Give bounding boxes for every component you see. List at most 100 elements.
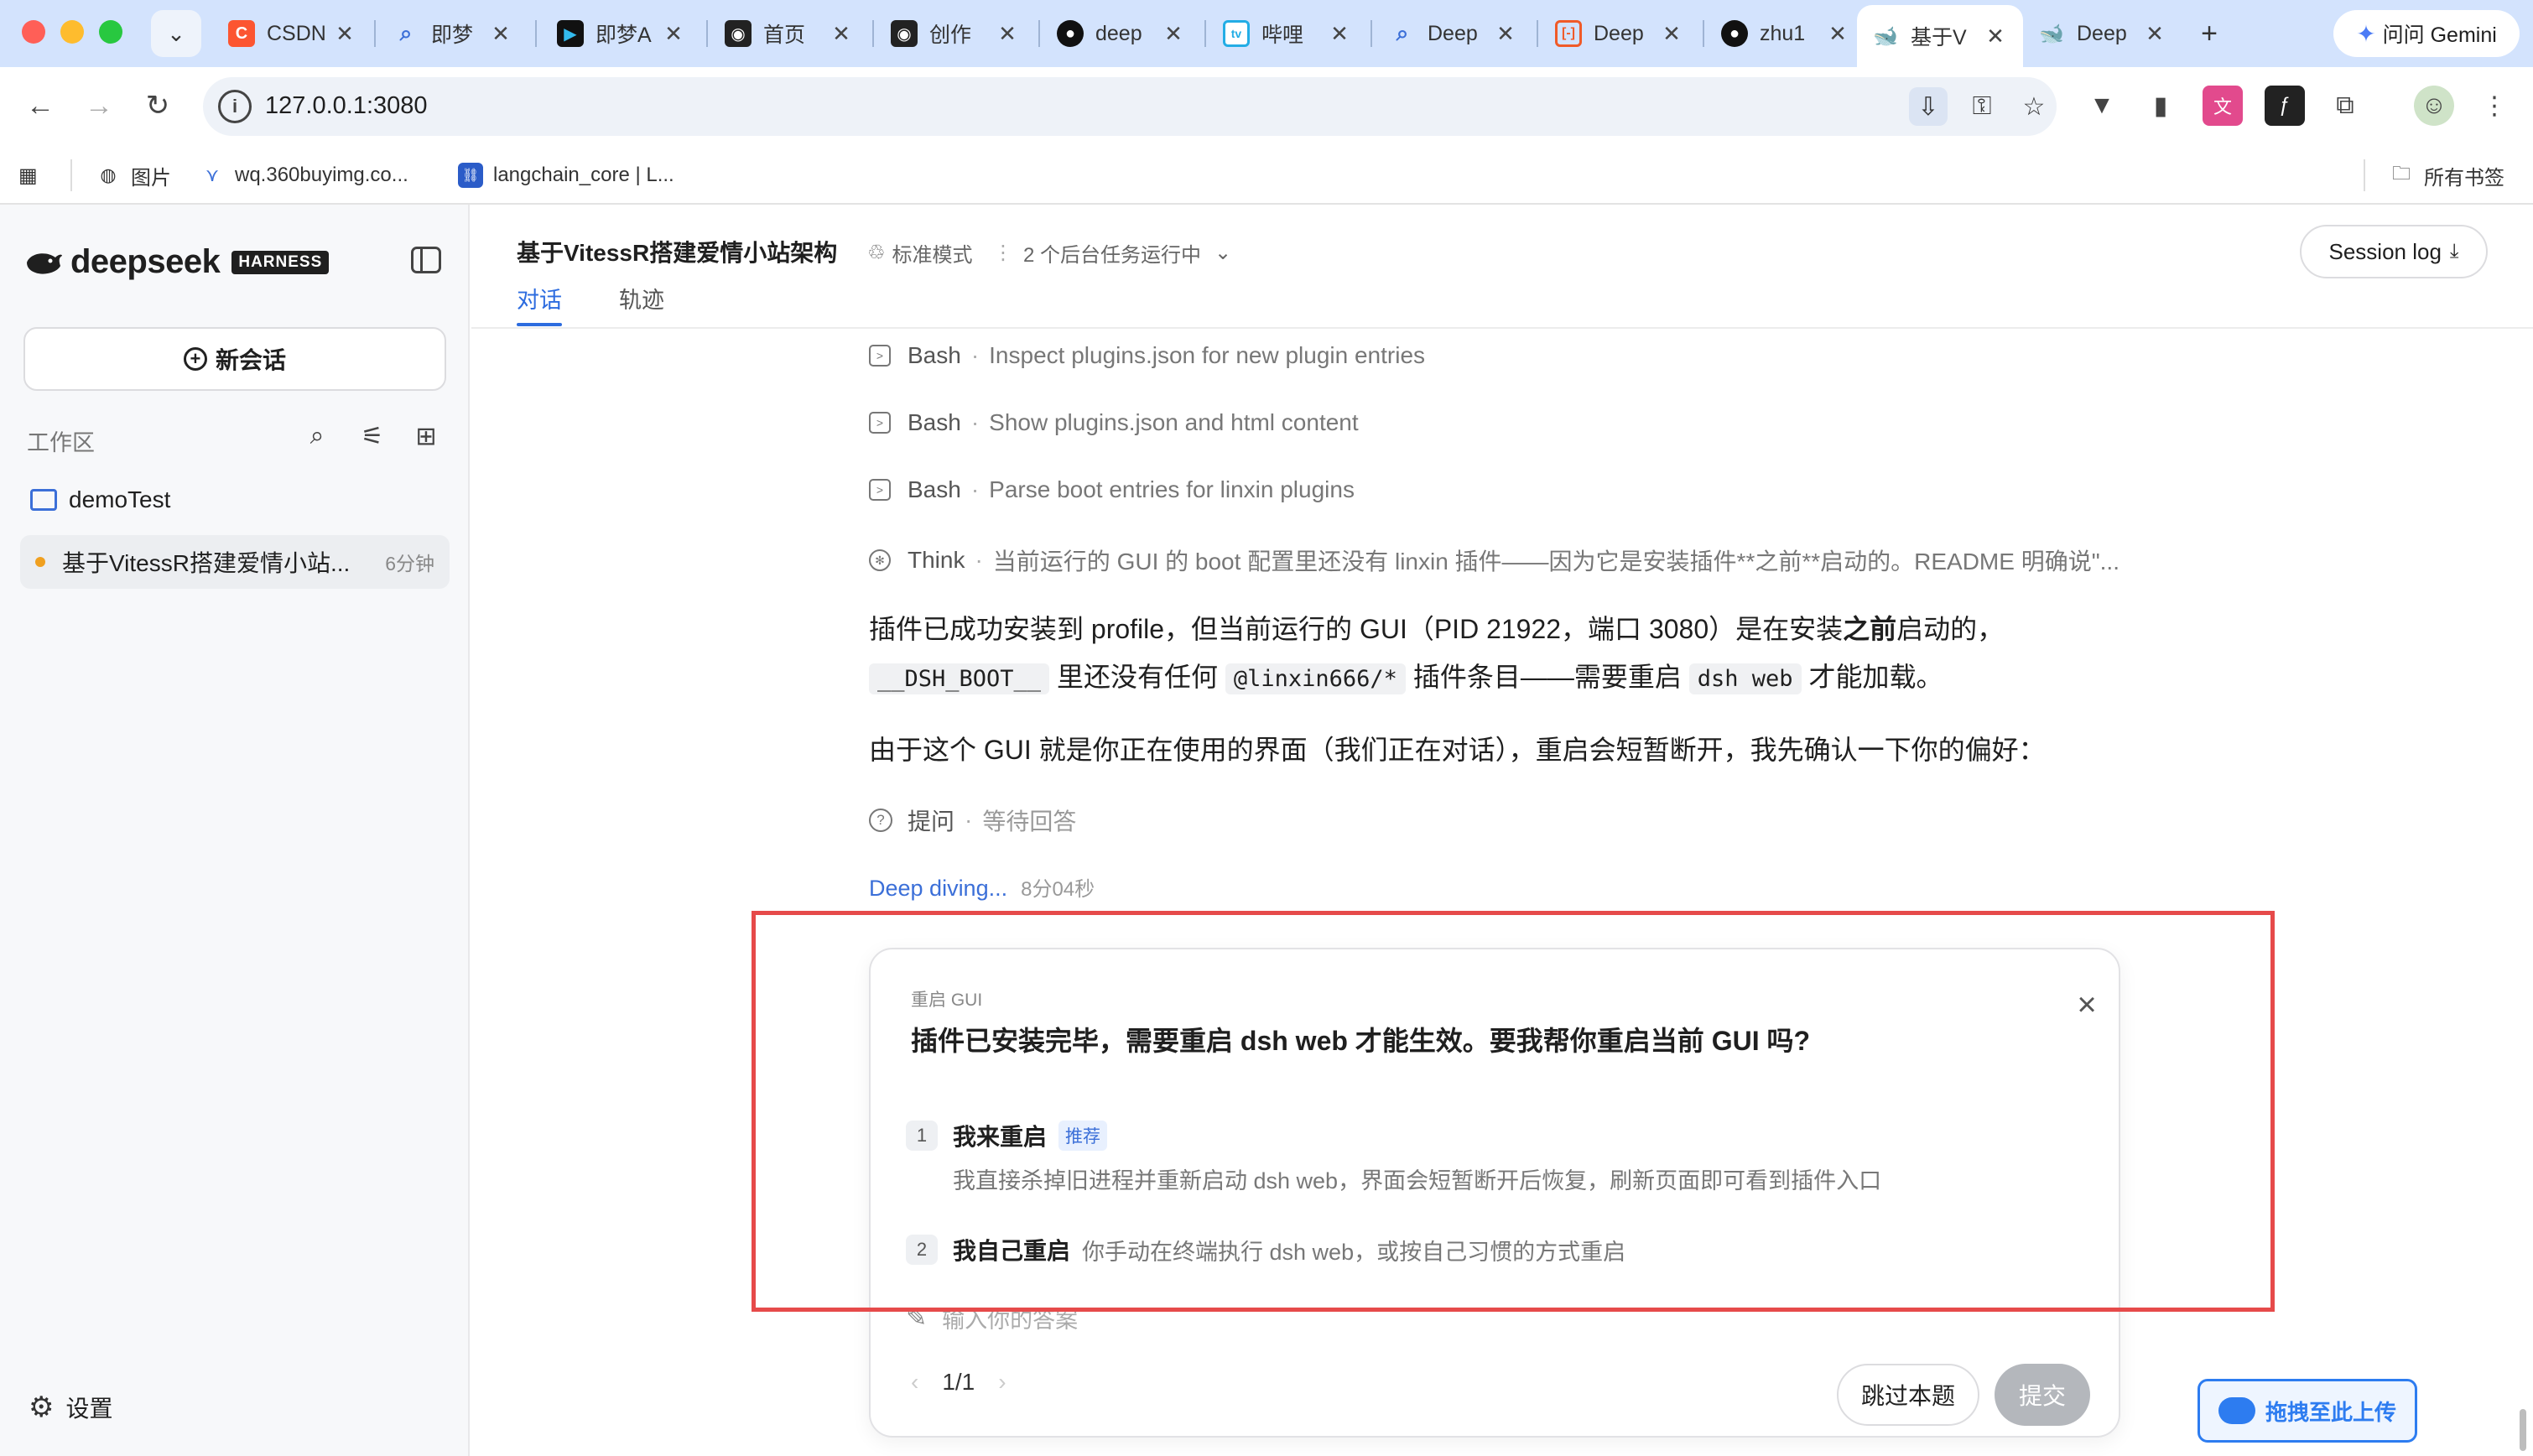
jd-icon: ⋎ <box>205 164 220 185</box>
close-window-button[interactable] <box>22 20 45 44</box>
assistant-paragraph: 由于这个 GUI 就是你正在使用的界面（我们正在对话），重启会短暂断开，我先确认… <box>869 735 2046 765</box>
running-dot-icon <box>35 557 45 567</box>
install-app-icon[interactable]: ⇩ <box>1909 87 1948 126</box>
terminal-icon: > <box>869 479 891 501</box>
bookmarks-bar: ▦ ◍ 图片 ⋎ wq.360buyimg.co... ⛓ langchain_… <box>0 146 2533 205</box>
browser-tab-4[interactable]: ◉ 首页 ✕ <box>710 7 869 60</box>
minimize-window-button[interactable] <box>60 20 84 44</box>
browser-tab-5[interactable]: ◉ 创作 ✕ <box>876 7 1035 60</box>
browser-tab-active[interactable]: 🐋 基于V ✕ <box>1857 5 2023 67</box>
browser-tab-9[interactable]: [-] Deep ✕ <box>1540 7 1699 60</box>
tab-divider <box>1703 20 1704 47</box>
tab-divider <box>1371 20 1372 47</box>
tab-divider <box>872 20 874 47</box>
browser-tab-2[interactable]: ⌕ 即梦 ✕ <box>377 7 528 60</box>
plus-icon: + <box>2201 17 2218 49</box>
all-bookmarks-button[interactable]: 🗀 所有书签 <box>2389 158 2504 193</box>
ask-status-row[interactable]: ? 提问 · 等待回答 <box>869 803 1076 837</box>
drag-upload-button[interactable]: 拖拽至此上传 <box>2198 1379 2417 1443</box>
forward-button[interactable]: → <box>74 81 124 131</box>
ask-gemini-button[interactable]: ✦ 问问 Gemini <box>2333 10 2520 57</box>
session-item-active[interactable]: 基于VitessR搭建爱情小站... 6分钟 <box>20 535 450 589</box>
scrollbar-thumb[interactable] <box>2520 1409 2526 1451</box>
translate-extension-icon[interactable]: 文 <box>2203 86 2243 126</box>
close-tab-icon[interactable]: ✕ <box>995 21 1020 47</box>
apps-grid-icon[interactable]: ▦ <box>18 158 38 193</box>
close-tab-icon[interactable]: ✕ <box>1327 21 1352 47</box>
question-icon: ? <box>869 809 892 832</box>
browser-tab-10[interactable]: ● zhu1 ✕ <box>1706 7 1865 60</box>
assistant-paragraph: 插件已成功安装到 profile，但当前运行的 GUI（PID 21922，端口… <box>869 606 2077 703</box>
bookmark-star-icon[interactable]: ☆ <box>2015 87 2053 126</box>
close-tab-icon[interactable]: ✕ <box>829 21 854 47</box>
vue-devtools-icon[interactable]: ▼ <box>2082 86 2122 126</box>
header-divider <box>471 327 2533 329</box>
deepseek-icon: 🐋 <box>2039 22 2064 45</box>
close-tab-icon[interactable]: ✕ <box>661 21 686 47</box>
inline-code: dsh web <box>1688 663 1802 694</box>
key-icon[interactable]: ⚿ <box>1963 87 2001 126</box>
close-tab-icon[interactable]: ✕ <box>1825 21 1850 47</box>
close-tab-icon[interactable]: ✕ <box>2142 21 2167 47</box>
think-row[interactable]: ✻ Think · 当前运行的 GUI 的 boot 配置里还没有 linxin… <box>869 543 2120 577</box>
tool-call-row[interactable]: > Bash · Parse boot entries for linxin p… <box>869 476 1355 503</box>
prev-page-icon[interactable]: ‹ <box>911 1369 918 1396</box>
close-tab-icon[interactable]: ✕ <box>1983 23 2008 49</box>
tab-search-button[interactable]: ⌄ <box>151 10 201 57</box>
close-tab-icon[interactable]: ✕ <box>488 21 513 47</box>
close-tab-icon[interactable]: ✕ <box>1161 21 1186 47</box>
chevron-down-icon: ⌄ <box>1214 242 1232 264</box>
search-icon[interactable]: ⌕ <box>300 419 334 453</box>
browser-tab-1[interactable]: C CSDN ✕ <box>213 7 372 60</box>
tab-divider <box>1038 20 1040 47</box>
address-bar[interactable]: i 127.0.0.1:3080 ⇩ ⚿ ☆ <box>203 77 2057 136</box>
bookmark-jd[interactable]: ⋎ wq.360buyimg.co... <box>200 158 408 193</box>
submit-button[interactable]: 提交 <box>1995 1364 2090 1426</box>
site-info-icon[interactable]: i <box>218 90 252 123</box>
active-tab-underline <box>517 323 562 326</box>
browser-tab-6[interactable]: ● deep ✕ <box>1042 7 1201 60</box>
more-menu-icon[interactable]: ⋮ <box>2474 86 2515 126</box>
settings-button[interactable]: ⚙ 设置 <box>29 1391 113 1424</box>
new-tab-button[interactable]: + <box>2187 12 2231 55</box>
plus-circle-icon: + <box>183 347 207 371</box>
phone-extension-icon[interactable]: ▮ <box>2140 86 2181 126</box>
browser-tab-3[interactable]: ▶ 即梦A ✕ <box>542 7 701 60</box>
tab-trace[interactable]: 轨迹 <box>619 282 664 315</box>
skip-button[interactable]: 跳过本题 <box>1837 1364 1979 1426</box>
bookmark-images[interactable]: ◍ 图片 <box>96 158 171 193</box>
new-chat-button[interactable]: + 新会话 <box>23 327 446 391</box>
highlight-annotation-box <box>752 911 2275 1312</box>
tool-call-row[interactable]: > Bash · Show plugins.json and html cont… <box>869 409 1359 436</box>
close-tab-icon[interactable]: ✕ <box>332 21 357 47</box>
gear-icon: ⚙ <box>29 1391 55 1423</box>
browser-tab-8[interactable]: ⌕ Deep ✕ <box>1374 7 1533 60</box>
formula-extension-icon[interactable]: ƒ <box>2265 86 2305 126</box>
close-tab-icon[interactable]: ✕ <box>1659 21 1684 47</box>
maximize-window-button[interactable] <box>99 20 122 44</box>
next-page-icon[interactable]: › <box>998 1369 1006 1396</box>
browser-tab-7[interactable]: tv 哔哩 ✕ <box>1208 7 1367 60</box>
close-tab-icon[interactable]: ✕ <box>1493 21 1518 47</box>
tasks-icon: ⋮ <box>993 242 1013 264</box>
sidebar-toggle-icon[interactable] <box>411 247 441 273</box>
session-log-button[interactable]: Session log ⤓ <box>2300 225 2488 278</box>
tab-conversation[interactable]: 对话 <box>517 282 562 315</box>
back-button[interactable]: ← <box>15 81 65 131</box>
tool-call-row[interactable]: > Bash · Inspect plugins.json for new pl… <box>869 342 1425 369</box>
tab-divider <box>1204 20 1206 47</box>
filter-icon[interactable]: ⚟ <box>356 419 389 453</box>
url-text[interactable]: 127.0.0.1:3080 <box>265 92 428 120</box>
github-icon: ● <box>1721 20 1748 47</box>
arrow-right-icon: → <box>85 89 113 122</box>
browser-tab-12[interactable]: 🐋 Deep ✕ <box>2023 7 2182 60</box>
bookmark-langchain[interactable]: ⛓ langchain_core | L... <box>458 158 674 193</box>
profile-avatar[interactable]: ☺ <box>2414 86 2454 126</box>
mode-icon: ♲ <box>867 242 886 264</box>
folder-demotest[interactable]: demoTest <box>30 486 170 513</box>
extensions-puzzle-icon[interactable]: ⧉ <box>2325 86 2365 126</box>
reload-button[interactable]: ↻ <box>133 81 183 131</box>
new-folder-icon[interactable]: ⊞ <box>409 419 443 453</box>
background-tasks-dropdown[interactable]: ⋮ 2 个后台任务运行中 ⌄ <box>993 238 1231 268</box>
mode-indicator[interactable]: ♲ 标准模式 <box>867 238 973 268</box>
